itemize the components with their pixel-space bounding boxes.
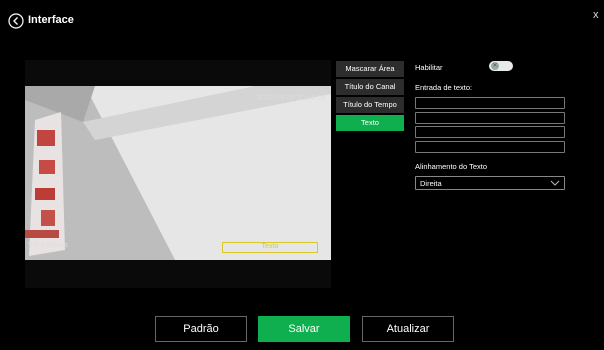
osd-text-region[interactable]: Texto (222, 242, 318, 253)
overlay-tabs: Mascarar Área Título do Canal Título do … (336, 61, 404, 133)
tab-titulo-do-canal[interactable]: Título do Canal (336, 79, 404, 95)
text-entry-field-1[interactable] (415, 97, 565, 109)
header-bar: Interface x (0, 0, 604, 40)
alignment-value: Direita (420, 179, 442, 188)
save-button[interactable]: Salvar (258, 316, 350, 342)
osd-timestamp: 2022-09-29 20:48:28 (257, 95, 326, 102)
tab-texto[interactable]: Texto (336, 115, 404, 131)
alignment-label: Alinhamento do Texto (415, 162, 487, 171)
alignment-select[interactable]: Direita (415, 176, 565, 190)
enable-toggle[interactable]: ✕ (489, 61, 513, 71)
toggle-off-icon: ✕ (491, 62, 499, 70)
tab-mascarar-area[interactable]: Mascarar Área (336, 61, 404, 77)
tab-titulo-do-tempo[interactable]: Título do Tempo (336, 97, 404, 113)
refresh-button[interactable]: Atualizar (362, 316, 454, 342)
back-arrow-icon[interactable] (8, 13, 24, 29)
osd-channel-title: VIP Intelbras (28, 242, 68, 249)
close-icon[interactable]: x (593, 9, 599, 21)
text-entry-field-4[interactable] (415, 141, 565, 153)
text-entry-label: Entrada de texto: (415, 83, 473, 92)
default-button[interactable]: Padrão (155, 316, 247, 342)
text-entry-field-2[interactable] (415, 112, 565, 124)
text-entry-field-3[interactable] (415, 126, 565, 138)
osd-text-label: Texto (261, 243, 279, 250)
page-title: Interface (28, 14, 74, 26)
enable-label: Habilitar (415, 63, 443, 72)
chevron-down-icon (550, 180, 560, 186)
video-preview: 2022-09-29 20:48:28 VIP Intelbras Texto (25, 60, 331, 288)
